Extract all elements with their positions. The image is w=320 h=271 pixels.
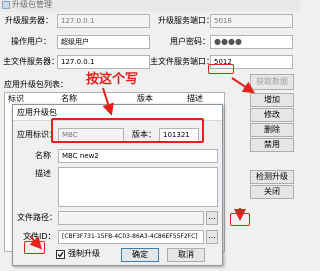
- arrow-to-add-icon: [231, 77, 255, 94]
- arrow-to-dialog-icon: [102, 87, 114, 116]
- annotation-arrows: [29, 77, 255, 250]
- arrow-to-checkbox-icon: [29, 235, 42, 250]
